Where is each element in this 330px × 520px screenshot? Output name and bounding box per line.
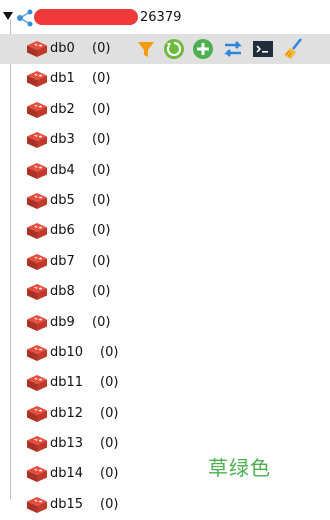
database-name: db7	[50, 253, 75, 269]
database-item-db3[interactable]: db3 (0)	[0, 125, 330, 155]
database-list: db0 (0) db1 (0) db2 (0) db3 (0) db4 (0) …	[0, 34, 330, 520]
redis-db-icon	[27, 71, 47, 88]
swap-icon[interactable]	[221, 36, 245, 62]
connection-node[interactable]: redacted 26379	[0, 0, 330, 36]
reload-icon[interactable]	[162, 36, 186, 62]
database-key-count: (0)	[92, 284, 111, 300]
redis-db-icon	[27, 101, 47, 118]
database-name: db13	[50, 436, 84, 452]
database-item-db0[interactable]: db0 (0)	[0, 34, 330, 65]
database-name: db0	[50, 41, 75, 56]
database-key-count: (0)	[92, 132, 111, 148]
database-key-count: (0)	[92, 101, 111, 117]
database-key-count: (0)	[92, 314, 111, 330]
database-item-db4[interactable]: db4 (0)	[0, 156, 330, 186]
connection-port: 26379	[140, 10, 182, 25]
database-key-count: (0)	[100, 436, 119, 452]
database-name: db11	[50, 375, 84, 391]
redis-db-icon	[27, 344, 47, 361]
database-item-db13[interactable]: db13 (0)	[0, 429, 330, 459]
database-item-db8[interactable]: db8 (0)	[0, 277, 330, 307]
redis-db-icon	[27, 132, 47, 149]
database-name: db5	[50, 192, 75, 208]
database-key-count: (0)	[92, 253, 111, 269]
database-name: db9	[50, 314, 75, 330]
database-item-db1[interactable]: db1 (0)	[0, 64, 330, 94]
database-item-db7[interactable]: db7 (0)	[0, 247, 330, 277]
database-item-db10[interactable]: db10 (0)	[0, 338, 330, 368]
connection-icon	[17, 9, 33, 27]
database-name: db10	[50, 344, 84, 360]
database-item-db15[interactable]: db15 (0)	[0, 490, 330, 520]
database-item-db2[interactable]: db2 (0)	[0, 95, 330, 125]
database-key-count: (0)	[92, 192, 111, 208]
redis-db-icon	[27, 466, 47, 483]
database-item-db5[interactable]: db5 (0)	[0, 186, 330, 216]
database-name: db3	[50, 132, 75, 148]
database-key-count: (0)	[100, 344, 119, 360]
database-item-db11[interactable]: db11 (0)	[0, 368, 330, 398]
redis-db-icon	[27, 405, 47, 422]
database-key-count: (0)	[92, 223, 111, 239]
redis-db-icon	[27, 375, 47, 392]
database-key-count: (0)	[92, 41, 111, 56]
database-item-db9[interactable]: db9 (0)	[0, 308, 330, 338]
database-name: db4	[50, 162, 75, 178]
database-key-count: (0)	[100, 466, 119, 482]
database-name: db1	[50, 71, 75, 87]
database-key-count: (0)	[92, 71, 111, 87]
database-name: db8	[50, 284, 75, 300]
redis-db-icon	[27, 253, 47, 270]
redis-db-icon	[27, 314, 47, 331]
color-annotation: 草绿色	[208, 456, 271, 480]
database-name: db2	[50, 101, 75, 117]
filter-icon[interactable]	[134, 36, 158, 62]
database-key-count: (0)	[100, 375, 119, 391]
database-item-db6[interactable]: db6 (0)	[0, 216, 330, 246]
redis-db-icon	[27, 192, 47, 209]
database-name: db15	[50, 496, 84, 512]
database-key-count: (0)	[100, 405, 119, 421]
database-key-count: (0)	[100, 496, 119, 512]
database-name: db6	[50, 223, 75, 239]
redis-db-icon	[27, 223, 47, 240]
console-icon[interactable]	[251, 36, 275, 62]
redis-db-icon	[27, 436, 47, 453]
redis-db-icon	[27, 496, 47, 513]
database-item-db14[interactable]: db14 (0)	[0, 459, 330, 489]
expand-arrow-icon[interactable]	[3, 12, 13, 20]
flush-broom-icon[interactable]	[281, 36, 305, 62]
redis-db-icon	[27, 41, 47, 57]
redis-db-icon	[27, 162, 47, 179]
database-item-db12[interactable]: db12 (0)	[0, 399, 330, 429]
database-name: db14	[50, 466, 84, 482]
database-name: db12	[50, 405, 84, 421]
add-key-icon[interactable]	[191, 36, 215, 62]
database-key-count: (0)	[92, 162, 111, 178]
redacted-host: redacted	[34, 9, 138, 25]
redis-db-icon	[27, 284, 47, 301]
